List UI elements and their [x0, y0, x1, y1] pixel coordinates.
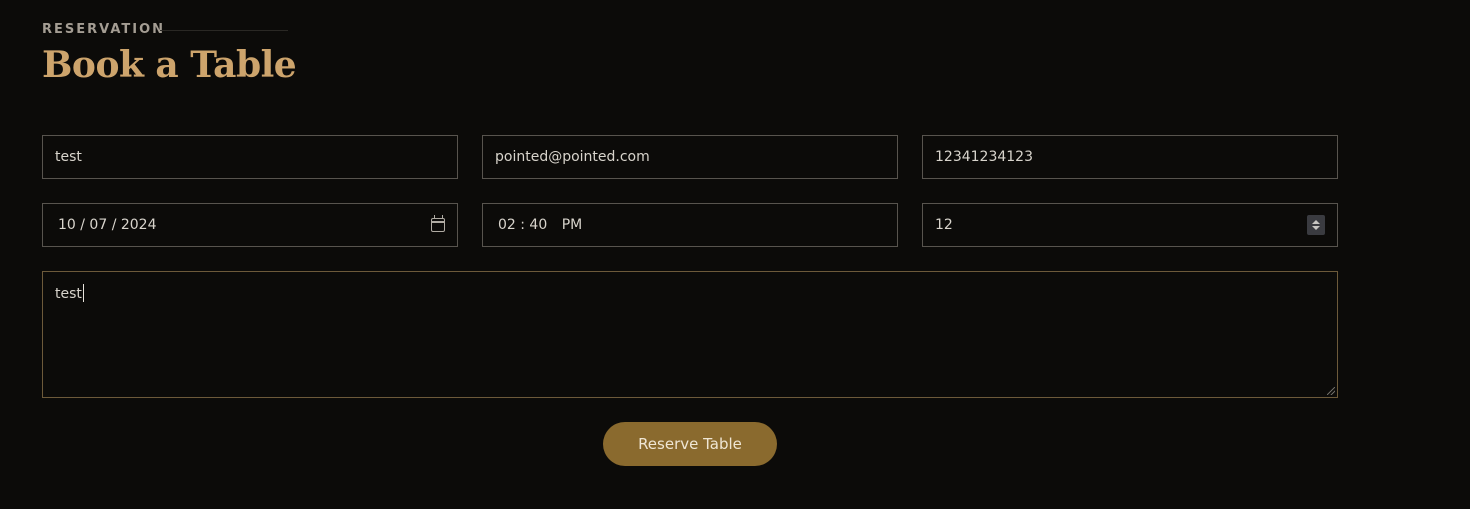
time-field[interactable]: 02 : 40 PM [482, 203, 898, 247]
time-value-wrap: 02 : 40 PM [495, 217, 885, 233]
date-value: 10 / 07 / 2024 [58, 217, 157, 233]
name-value: test [55, 149, 82, 165]
spin-down-arrow-icon[interactable] [1312, 226, 1320, 230]
reserve-table-button[interactable]: Reserve Table [603, 422, 777, 466]
email-value: pointed@pointed.com [495, 149, 650, 165]
message-value: test [55, 286, 82, 302]
text-caret [82, 284, 84, 302]
message-textarea[interactable]: test [42, 271, 1338, 398]
page-title: Book a Table [42, 44, 297, 86]
spin-up-arrow-icon[interactable] [1312, 220, 1320, 224]
resize-handle-icon[interactable] [1327, 387, 1335, 395]
spinner-icon[interactable] [1307, 215, 1325, 235]
date-field[interactable]: 10 / 07 / 2024 [42, 203, 458, 247]
email-field[interactable]: pointed@pointed.com [482, 135, 898, 179]
book-table-section: RESERVATION Book a Table test pointed@po… [0, 0, 1470, 509]
calendar-icon[interactable] [431, 215, 445, 232]
people-field[interactable]: 12 [922, 203, 1338, 247]
phone-value: 12341234123 [935, 149, 1033, 165]
eyebrow-divider [160, 30, 288, 31]
time-value: 02 : 40 [498, 217, 548, 233]
section-eyebrow: RESERVATION [42, 22, 166, 37]
phone-field[interactable]: 12341234123 [922, 135, 1338, 179]
people-value: 12 [935, 217, 953, 233]
time-period: PM [561, 217, 583, 233]
name-field[interactable]: test [42, 135, 458, 179]
